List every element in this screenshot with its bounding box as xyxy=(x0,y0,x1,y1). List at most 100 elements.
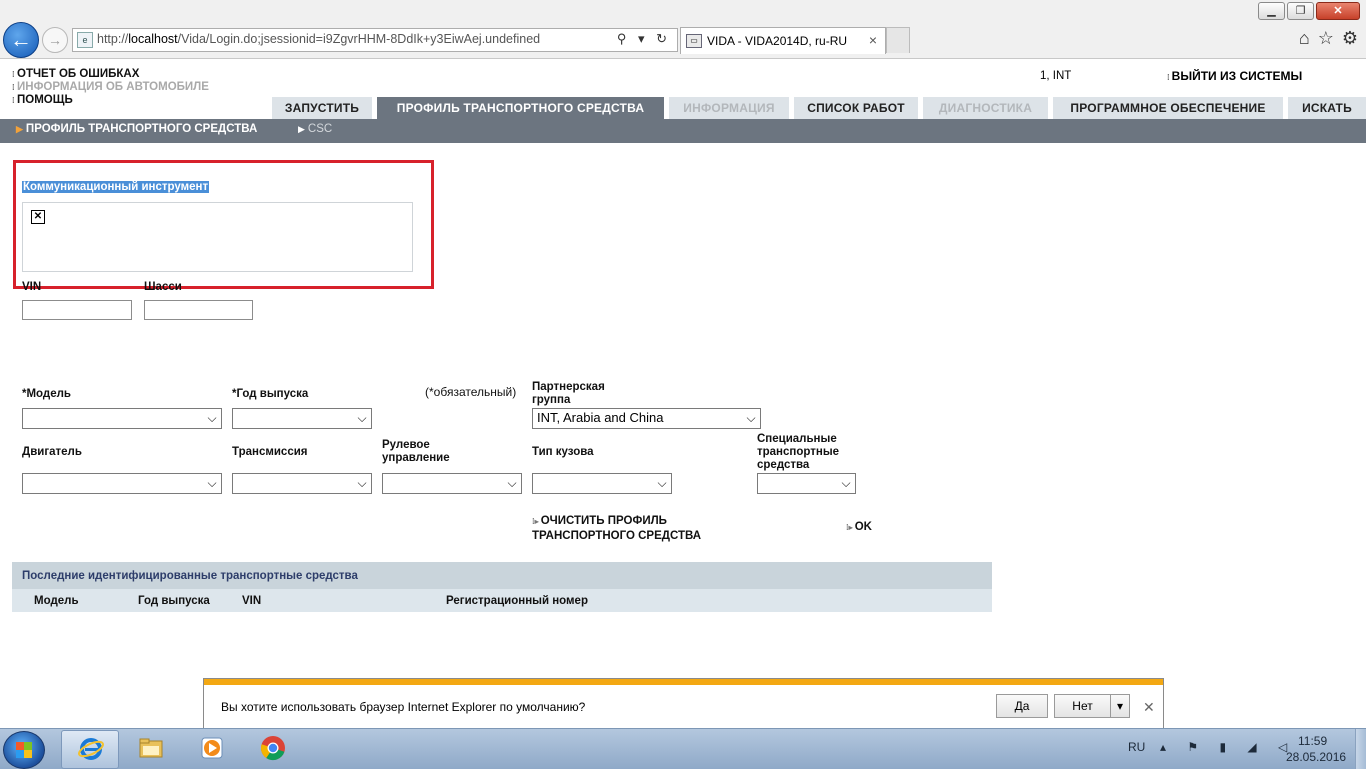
link-label: ИНФОРМАЦИЯ ОБ АВТОМОБИЛЕ xyxy=(17,81,209,93)
subnav-vehicle-profile[interactable]: ▶ ПРОФИЛЬ ТРАНСПОРТНОГО СРЕДСТВА xyxy=(16,123,257,135)
chevron-down-icon: ⌵ xyxy=(207,476,217,490)
recent-vehicles-title: Последние идентифицированные транспортны… xyxy=(22,570,358,582)
main-tabbar: ЗАПУСТИТЬ ПРОФИЛЬ ТРАНСПОРТНОГО СРЕДСТВА… xyxy=(0,97,1366,119)
close-icon[interactable]: ✕ xyxy=(1143,699,1155,716)
notification-stripe xyxy=(204,679,1163,685)
column-header[interactable]: Год выпуска xyxy=(138,595,210,607)
partner-group-select[interactable]: INT, Arabia and China ⌵ xyxy=(532,408,761,429)
bullet-icon: ⁞▸ xyxy=(532,517,539,526)
ok-label: OK xyxy=(854,521,872,533)
minimize-button[interactable]: ▁ xyxy=(1258,2,1285,20)
required-note: (*обязательный) xyxy=(425,385,517,399)
recent-vehicles-header: Последние идентифицированные транспортны… xyxy=(12,562,992,589)
select-value: INT, Arabia and China xyxy=(537,410,664,425)
browser-tab[interactable]: ▭ VIDA - VIDA2014D, ru-RU × xyxy=(680,27,886,54)
yes-button[interactable]: Да xyxy=(996,694,1048,718)
address-url[interactable]: http://localhost/Vida/Login.do;jsessioni… xyxy=(97,32,540,46)
bullet-icon: ⁞▸ xyxy=(846,523,853,532)
transmission-select[interactable]: ⌵ xyxy=(232,473,372,494)
browser-tools: ⌂ ☆ ⚙ xyxy=(1299,28,1358,49)
vehicle-info-link: ⁞ ИНФОРМАЦИЯ ОБ АВТОМОБИЛЕ xyxy=(12,81,209,94)
url-path: /Vida/Login.do;jsessionid=i9ZgvrHHM-8DdI… xyxy=(177,32,541,46)
engine-select[interactable]: ⌵ xyxy=(22,473,222,494)
taskbar-internet-explorer[interactable] xyxy=(61,730,119,769)
maximize-button[interactable]: ❐ xyxy=(1287,2,1314,20)
vin-label: VIN xyxy=(22,281,42,293)
tab-software[interactable]: ПРОГРАММНОЕ ОБЕСПЕЧЕНИЕ xyxy=(1053,97,1283,119)
tab-title: VIDA - VIDA2014D, ru-RU xyxy=(707,34,848,48)
tab-close-icon[interactable]: × xyxy=(869,32,877,48)
ok-button[interactable]: ⁞▸ OK xyxy=(846,520,872,535)
logout-link[interactable]: ⁞ ВЫЙТИ ИЗ СИСТЕМЫ xyxy=(1167,69,1302,83)
steering-select[interactable]: ⌵ xyxy=(382,473,522,494)
partner-group-label: Партнерская группа xyxy=(532,381,605,406)
address-controls[interactable]: ⚲ ▾ ↻ xyxy=(617,31,671,47)
subnav-label: ПРОФИЛЬ ТРАНСПОРТНОГО СРЕДСТВА xyxy=(25,123,258,135)
error-report-link[interactable]: ⁞ ОТЧЕТ ОБ ОШИБКАХ xyxy=(12,68,209,81)
chrome-icon xyxy=(260,736,285,761)
internet-explorer-icon xyxy=(78,738,104,760)
clock-time[interactable]: 11:59 xyxy=(1298,734,1327,748)
address-bar[interactable]: e http://localhost/Vida/Login.do;jsessio… xyxy=(72,28,678,52)
default-browser-notification: Вы хотите использовать браузер Internet … xyxy=(203,678,1164,730)
arrow-right-icon: ▶ xyxy=(16,124,23,134)
start-button[interactable] xyxy=(3,731,45,769)
language-indicator[interactable]: RU xyxy=(1128,740,1145,754)
column-header[interactable]: Регистрационный номер xyxy=(446,595,588,607)
bullet-icon: ⁞ xyxy=(12,83,15,92)
model-select[interactable]: ⌵ xyxy=(22,408,222,429)
home-icon[interactable]: ⌂ xyxy=(1299,28,1310,49)
chassis-input[interactable] xyxy=(144,300,253,320)
clear-profile-button[interactable]: ⁞▸ ОЧИСТИТЬ ПРОФИЛЬ ТРАНСПОРТНОГО СРЕДСТВ… xyxy=(532,514,732,543)
favorites-icon[interactable]: ☆ xyxy=(1318,28,1334,49)
bullet-icon: ⁞ xyxy=(1167,73,1170,82)
link-label: ОТЧЕТ ОБ ОШИБКАХ xyxy=(17,68,140,80)
clock-date[interactable]: 28.05.2016 xyxy=(1286,750,1346,764)
new-tab-button[interactable] xyxy=(886,27,910,53)
taskbar-media-player[interactable] xyxy=(183,730,239,767)
forward-button[interactable]: → xyxy=(42,27,68,53)
taskbar-chrome[interactable] xyxy=(244,730,300,767)
year-label: *Год выпуска xyxy=(232,388,309,400)
notification-text: Вы хотите использовать браузер Internet … xyxy=(221,700,586,714)
tab-search[interactable]: ИСКАТЬ xyxy=(1288,97,1366,119)
chevron-down-icon: ⌵ xyxy=(207,411,217,425)
favicon-icon: ▭ xyxy=(686,34,702,48)
special-vehicles-label: Специальные транспортные средства xyxy=(757,433,840,471)
window-controls: ▁ ❐ ✕ xyxy=(1256,2,1360,20)
clear-profile-label: ОЧИСТИТЬ ПРОФИЛЬ ТРАНСПОРТНОГО СРЕДСТВА xyxy=(532,515,702,542)
page-icon: e xyxy=(77,32,93,48)
vin-input[interactable] xyxy=(22,300,132,320)
body-type-select[interactable]: ⌵ xyxy=(532,473,672,494)
column-header[interactable]: Модель xyxy=(34,595,79,607)
tab-worklist[interactable]: СПИСОК РАБОТ xyxy=(794,97,918,119)
taskbar-file-explorer[interactable] xyxy=(122,730,178,767)
subnav-csc[interactable]: ▶ CSC xyxy=(298,123,332,135)
tab-information: ИНФОРМАЦИЯ xyxy=(669,97,789,119)
column-header[interactable]: VIN xyxy=(242,595,261,607)
browser-chrome: ▁ ❐ ✕ ← → e http://localhost/Vida/Login.… xyxy=(0,0,1366,59)
back-button[interactable]: ← xyxy=(3,22,39,58)
comm-tool-frame: ✕ xyxy=(22,202,413,272)
close-window-button[interactable]: ✕ xyxy=(1316,2,1360,20)
bullet-icon: ⁞ xyxy=(12,70,15,79)
year-select[interactable]: ⌵ xyxy=(232,408,372,429)
arrow-right-icon: ▶ xyxy=(298,124,305,134)
tray-icons[interactable]: ▴ ⚑ ▮ ◢ ◁ xyxy=(1160,740,1296,754)
windows-logo-icon xyxy=(16,742,32,758)
show-desktop-button[interactable] xyxy=(1355,729,1366,769)
tab-vehicle-profile[interactable]: ПРОФИЛЬ ТРАНСПОРТНОГО СРЕДСТВА xyxy=(377,97,664,119)
url-host: localhost xyxy=(128,32,178,46)
subnav-label: CSC xyxy=(307,123,333,135)
tab-launch[interactable]: ЗАПУСТИТЬ xyxy=(272,97,372,119)
tab-diagnostics: ДИАГНОСТИКА xyxy=(923,97,1048,119)
sub-navigation: ▶ ПРОФИЛЬ ТРАНСПОРТНОГО СРЕДСТВА ▶ CSC xyxy=(0,119,1366,143)
broken-image-icon: ✕ xyxy=(31,210,45,224)
engine-label: Двигатель xyxy=(22,446,82,458)
chevron-down-icon: ⌵ xyxy=(841,476,851,490)
special-vehicles-select[interactable]: ⌵ xyxy=(757,473,856,494)
no-button[interactable]: Нет xyxy=(1054,694,1111,718)
settings-icon[interactable]: ⚙ xyxy=(1342,28,1358,49)
no-dropdown-button[interactable]: ▾ xyxy=(1110,694,1130,718)
steering-label: Рулевое управление xyxy=(382,439,450,464)
